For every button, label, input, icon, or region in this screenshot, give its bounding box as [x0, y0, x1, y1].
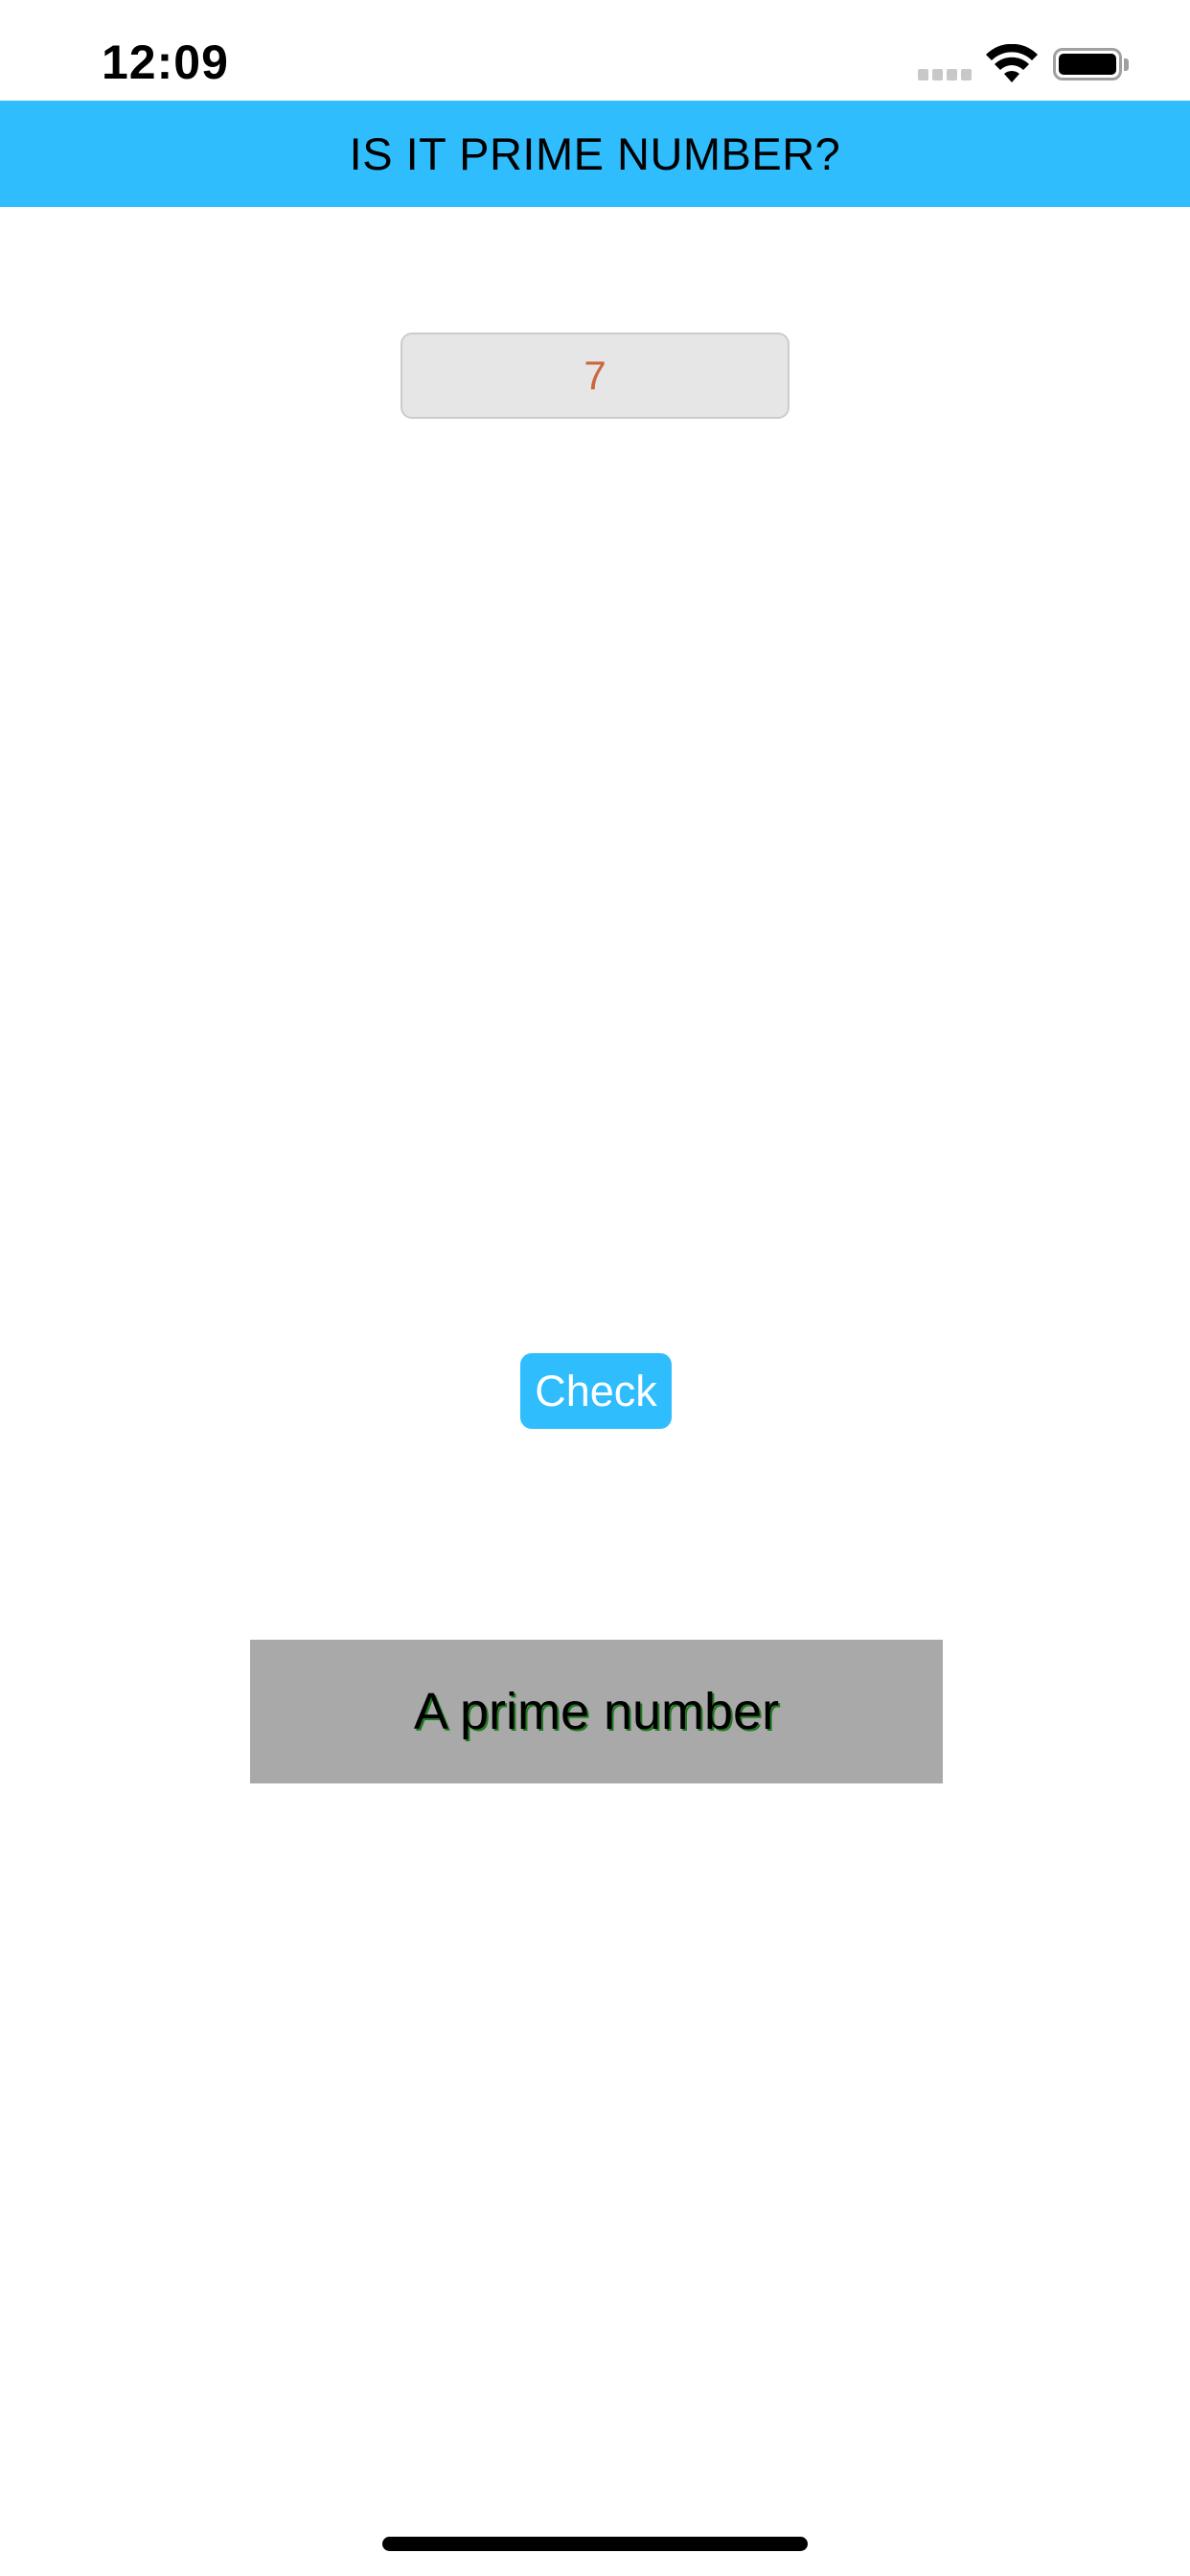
- battery-fill: [1059, 54, 1116, 75]
- home-indicator[interactable]: [382, 2537, 808, 2551]
- status-time: 12:09: [102, 35, 229, 89]
- number-input[interactable]: [400, 333, 790, 419]
- battery-cap: [1124, 58, 1129, 71]
- wifi-icon: [986, 44, 1038, 82]
- app-header: IS IT PRIME NUMBER?: [0, 101, 1190, 207]
- result-text: A prime number: [413, 1683, 780, 1740]
- app-screen: 12:09 IS IT PRIME NUMBER? Check A prime …: [0, 0, 1190, 2576]
- battery-icon: [1053, 48, 1122, 80]
- result-box: A prime number: [250, 1640, 943, 1783]
- page-title: IS IT PRIME NUMBER?: [349, 128, 841, 179]
- cellular-signal-icon: [918, 69, 975, 82]
- check-button[interactable]: Check: [520, 1353, 672, 1429]
- status-bar: 12:09: [0, 0, 1190, 101]
